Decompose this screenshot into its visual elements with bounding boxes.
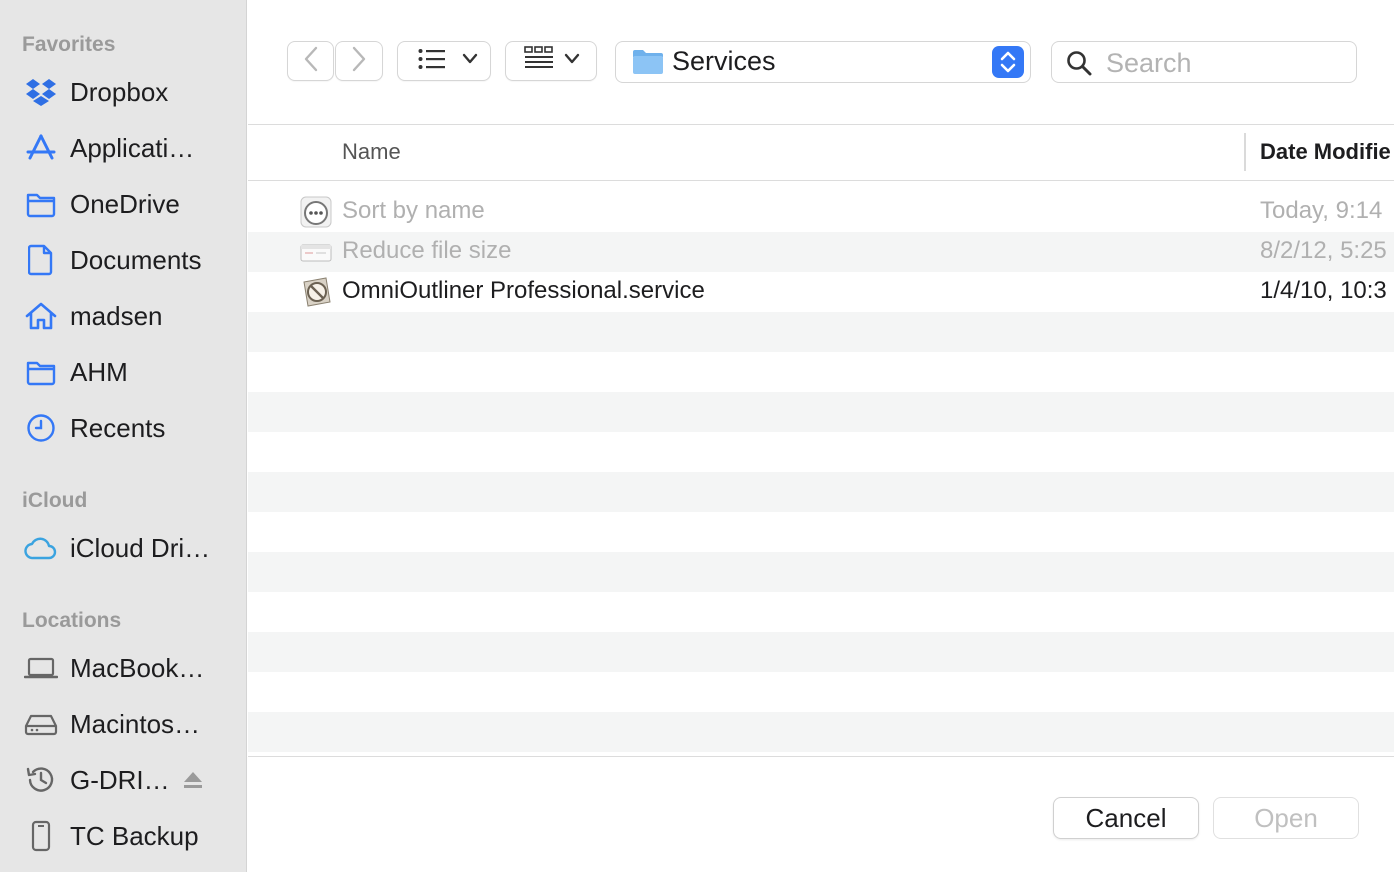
file-date: Today, 9:14	[1260, 197, 1383, 224]
search-icon	[1066, 50, 1092, 81]
home-icon	[24, 299, 58, 333]
sidebar-item-label: Dropbox	[70, 76, 169, 107]
empty-row	[248, 632, 1394, 672]
empty-row	[248, 312, 1394, 352]
empty-row	[248, 352, 1394, 392]
chevron-left-icon	[303, 46, 319, 77]
sidebar-item-label: G-DRI…	[70, 764, 170, 795]
empty-row	[248, 712, 1394, 752]
empty-row	[248, 592, 1394, 632]
sidebar-section-locations: Locations	[22, 609, 122, 632]
folder-icon	[632, 48, 664, 81]
sidebar-item-label: OneDrive	[70, 188, 180, 219]
empty-row	[248, 512, 1394, 552]
clock-icon	[24, 411, 58, 445]
sidebar-item-recents[interactable]: Recents	[0, 404, 246, 452]
sidebar-item-label: madsen	[70, 300, 163, 331]
sidebar-section-icloud: iCloud	[22, 489, 88, 512]
sidebar-item-dropbox[interactable]: Dropbox	[0, 68, 246, 116]
column-header-date-modified[interactable]: Date Modifie	[1260, 139, 1391, 165]
omnioutliner-icon	[300, 276, 332, 308]
grid-group-icon	[524, 45, 554, 77]
empty-row	[248, 432, 1394, 472]
sidebar-item-macbook[interactable]: MacBook…	[0, 644, 246, 692]
file-date: 1/4/10, 10:3	[1260, 277, 1387, 304]
time-machine-icon	[24, 763, 58, 797]
open-button[interactable]: Open	[1213, 797, 1359, 839]
sidebar-item-applications[interactable]: Applicati…	[0, 124, 246, 172]
back-button[interactable]	[287, 41, 334, 81]
cancel-button[interactable]: Cancel	[1053, 797, 1199, 839]
file-date: 8/2/12, 5:25	[1260, 237, 1387, 264]
search-input[interactable]	[1104, 45, 1348, 81]
sidebar-item-label: Documents	[70, 244, 202, 275]
sidebar-item-label: Recents	[70, 412, 166, 443]
file-name: OmniOutliner Professional.service	[342, 277, 705, 304]
sidebar-item-label: Macintos…	[70, 708, 201, 739]
sidebar-item-label: TC Backup	[70, 820, 199, 851]
sidebar-item-label: iCloud Dri…	[70, 532, 211, 563]
chevron-down-icon	[564, 52, 580, 70]
sidebar-item-madsen[interactable]: madsen	[0, 292, 246, 340]
chevron-right-icon	[351, 46, 367, 77]
sidebar-item-ahm[interactable]: AHM	[0, 348, 246, 396]
sidebar-item-label: MacBook…	[70, 652, 205, 683]
column-header-row: Name Date Modifie	[248, 125, 1394, 181]
cloud-icon	[24, 531, 58, 565]
sidebar-item-onedrive[interactable]: OneDrive	[0, 180, 246, 228]
file-row[interactable]: OmniOutliner Professional.service 1/4/10…	[248, 272, 1394, 312]
sidebar-item-tc-backup[interactable]: TC Backup	[0, 812, 246, 860]
folder-icon	[24, 187, 58, 221]
forward-button[interactable]	[335, 41, 383, 81]
laptop-icon	[24, 651, 58, 685]
sidebar-item-label: Applicati…	[70, 132, 195, 163]
search-field[interactable]	[1051, 41, 1357, 83]
document-icon	[24, 243, 58, 277]
file-name: Sort by name	[342, 197, 485, 224]
empty-row	[248, 472, 1394, 512]
list-view-icon	[418, 48, 446, 75]
empty-row	[248, 552, 1394, 592]
sidebar: Favorites Dropbox Applicati… OneDrive Do…	[0, 0, 247, 872]
empty-row	[248, 392, 1394, 432]
file-list: Sort by name Today, 9:14 Reduce file siz…	[248, 192, 1394, 752]
list-bottom-separator	[248, 756, 1394, 757]
view-mode-button[interactable]	[397, 41, 491, 81]
group-by-button[interactable]	[505, 41, 597, 81]
sidebar-section-favorites: Favorites	[22, 33, 116, 56]
path-popup[interactable]: Services	[615, 41, 1031, 83]
time-capsule-icon	[24, 819, 58, 853]
sidebar-item-label: AHM	[70, 356, 128, 387]
eject-icon[interactable]	[182, 769, 204, 791]
up-down-arrows-icon	[992, 46, 1024, 78]
sidebar-item-icloud-drive[interactable]: iCloud Dri…	[0, 524, 246, 572]
file-row[interactable]: Reduce file size 8/2/12, 5:25	[248, 232, 1394, 272]
dropbox-icon	[24, 75, 58, 109]
file-name: Reduce file size	[342, 237, 512, 264]
filter-icon	[300, 236, 332, 268]
folder-icon	[24, 355, 58, 389]
sidebar-item-g-drive[interactable]: G-DRI…	[0, 756, 246, 804]
column-header-name[interactable]: Name	[342, 139, 401, 165]
sidebar-item-documents[interactable]: Documents	[0, 236, 246, 284]
file-row[interactable]: Sort by name Today, 9:14	[248, 192, 1394, 232]
service-icon	[300, 196, 332, 228]
path-popup-label: Services	[672, 46, 776, 76]
chevron-down-icon	[462, 52, 478, 70]
disk-icon	[24, 707, 58, 741]
applications-icon	[24, 131, 58, 165]
sidebar-item-macintosh-hd[interactable]: Macintos…	[0, 700, 246, 748]
column-divider[interactable]	[1244, 133, 1246, 171]
empty-row	[248, 672, 1394, 712]
